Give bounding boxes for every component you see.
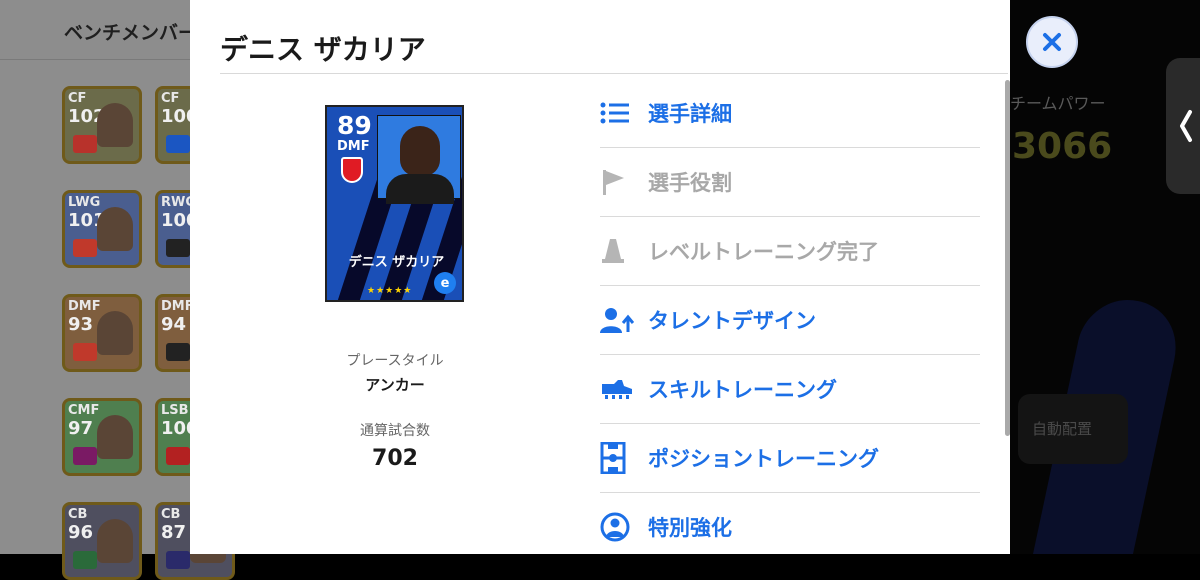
bench-card-position: CB bbox=[68, 507, 88, 522]
efootball-logo-icon: e bbox=[434, 272, 456, 294]
menu-item-pitch[interactable]: ポジショントレーニング bbox=[600, 424, 980, 493]
auto-place-button[interactable]: 自動配置 bbox=[1018, 394, 1128, 464]
bench-card-position: CB bbox=[161, 507, 181, 522]
portrait-shirt bbox=[386, 174, 454, 204]
bench-player-card[interactable]: LWG 101 bbox=[62, 190, 142, 268]
chevron-left-icon bbox=[1180, 110, 1192, 142]
bench-card-position: DMF bbox=[161, 299, 194, 314]
player-menu-modal: デニス ザカリア 89 DMF デニス ザカリア ★★★★★ e プレースタイル… bbox=[190, 0, 1010, 554]
bench-card-position: CF bbox=[161, 91, 180, 106]
auto-place-label: 自動配置 bbox=[1032, 420, 1093, 438]
bench-header: ベンチメンバー bbox=[0, 0, 197, 60]
bench-card-rating: 94 bbox=[161, 314, 187, 335]
side-panel-tab[interactable] bbox=[1166, 58, 1200, 194]
title-divider bbox=[220, 73, 1008, 74]
menu-item-label: レベルトレーニング完了 bbox=[648, 240, 879, 264]
scrollbar[interactable] bbox=[1005, 80, 1010, 436]
menu-item-cone: レベルトレーニング完了 bbox=[600, 217, 980, 286]
bench-card-crest-icon bbox=[166, 239, 190, 257]
bench-card-rating: 93 bbox=[68, 314, 94, 335]
flag-icon bbox=[600, 166, 636, 198]
bench-player-card[interactable]: DMF 93 bbox=[62, 294, 142, 372]
menu-item-person-up[interactable]: タレントデザイン bbox=[600, 286, 980, 355]
menu-item-list[interactable]: 選手詳細 bbox=[600, 79, 980, 148]
bench-card-crest-icon bbox=[166, 343, 190, 361]
card-rating: 89 bbox=[337, 111, 372, 140]
menu-item-label: スキルトレーニング bbox=[648, 378, 837, 402]
card-player-name: デニス ザカリア bbox=[348, 255, 445, 270]
player-name-title: デニス ザカリア bbox=[220, 33, 426, 66]
menu-item-label: 選手役割 bbox=[648, 171, 732, 195]
bench-player-card[interactable]: CF 102 bbox=[62, 86, 142, 164]
bench-card-portrait bbox=[97, 415, 133, 459]
bench-card-rating: 96 bbox=[68, 522, 94, 543]
playstyle-value: アンカー bbox=[365, 376, 425, 394]
bench-card-crest-icon bbox=[73, 135, 97, 153]
menu-item-person-badge[interactable]: 特別強化 bbox=[600, 493, 980, 554]
pitch-icon bbox=[600, 442, 636, 474]
bench-card-position: LSB bbox=[161, 403, 189, 418]
menu-item-label: ポジショントレーニング bbox=[648, 447, 879, 471]
bench-card-rating: 87 bbox=[161, 522, 187, 543]
team-power-label: チームパワー bbox=[1010, 94, 1106, 113]
bench-player-card[interactable]: CB 96 bbox=[62, 502, 142, 580]
close-button[interactable] bbox=[1026, 16, 1078, 68]
card-stars: ★★★★★ bbox=[367, 286, 413, 296]
boot-icon bbox=[600, 373, 636, 405]
menu-item-boot[interactable]: スキルトレーニング bbox=[600, 355, 980, 424]
bench-card-crest-icon bbox=[166, 135, 190, 153]
bench-card-crest-icon bbox=[73, 239, 97, 257]
close-icon bbox=[1043, 33, 1061, 51]
menu-item-label: 特別強化 bbox=[648, 516, 732, 540]
matches-label: 通算試合数 bbox=[360, 423, 430, 439]
player-portrait bbox=[377, 115, 461, 204]
card-position: DMF bbox=[337, 139, 370, 154]
portrait-head bbox=[400, 126, 440, 176]
bench-card-position: DMF bbox=[68, 299, 101, 314]
matches-value: 702 bbox=[372, 446, 418, 471]
bench-card-portrait bbox=[97, 207, 133, 251]
cone-icon bbox=[600, 235, 636, 267]
bench-card-crest-icon bbox=[73, 343, 97, 361]
menu-item-label: 選手詳細 bbox=[648, 102, 732, 126]
bench-card-portrait bbox=[97, 103, 133, 147]
bench-card-portrait bbox=[97, 311, 133, 355]
bench-card-crest-icon bbox=[73, 447, 97, 465]
bench-card-portrait bbox=[97, 519, 133, 563]
bench-card-position: CMF bbox=[68, 403, 100, 418]
list-icon bbox=[600, 97, 636, 129]
person-badge-icon bbox=[600, 511, 636, 543]
bench-title: ベンチメンバー bbox=[64, 22, 198, 44]
menu-item-label: タレントデザイン bbox=[648, 309, 816, 333]
bench-card-crest-icon bbox=[166, 447, 190, 465]
bench-player-card[interactable]: CMF 97 bbox=[62, 398, 142, 476]
player-card[interactable]: 89 DMF デニス ザカリア ★★★★★ e bbox=[325, 105, 464, 302]
club-crest-icon bbox=[341, 157, 363, 183]
bench-card-position: CF bbox=[68, 91, 87, 106]
playstyle-label: プレースタイル bbox=[346, 353, 444, 369]
menu-item-flag: 選手役割 bbox=[600, 148, 980, 217]
person-up-icon bbox=[600, 304, 636, 336]
team-power-value: 3066 bbox=[1012, 126, 1113, 167]
bench-card-position: LWG bbox=[68, 195, 101, 210]
bench-card-rating: 97 bbox=[68, 418, 94, 439]
bench-panel: ベンチメンバー CF 102 CF 100 LWG 101 RWG 100 DMF 93 DMF 94… bbox=[0, 0, 235, 580]
